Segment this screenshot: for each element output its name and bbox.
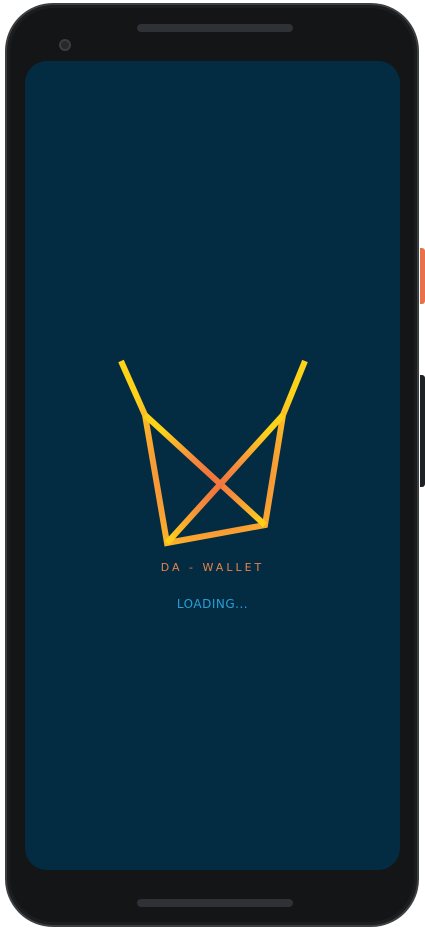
volume-button[interactable] [420,375,425,487]
brand-name: DA - WALLET [160,561,265,574]
power-button[interactable] [420,248,425,304]
top-speaker [137,24,293,32]
front-camera-icon [59,39,71,51]
bottom-speaker [137,899,293,907]
splash-screen: DA - WALLET LOADING... [25,61,400,870]
loading-status: LOADING... [176,597,249,611]
w-logo-icon [118,359,308,547]
